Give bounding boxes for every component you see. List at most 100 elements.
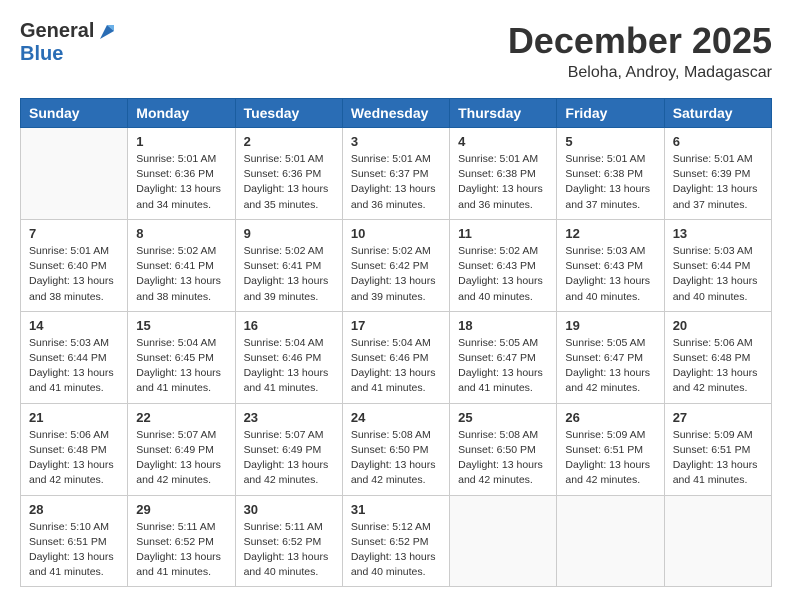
calendar-week-row: 1 Sunrise: 5:01 AM Sunset: 6:36 PM Daylig… (21, 128, 772, 220)
calendar-cell: 22 Sunrise: 5:07 AM Sunset: 6:49 PM Dayli… (128, 403, 235, 495)
weekday-header-saturday: Saturday (664, 99, 771, 128)
calendar-cell: 21Sunrise: 5:06 AM Sunset: 6:48 PM Dayli… (21, 403, 128, 495)
day-number: 13 (673, 226, 763, 241)
weekday-header-friday: Friday (557, 99, 664, 128)
calendar-cell (450, 495, 557, 587)
day-info: Sunrise: 5:04 AM Sunset: 6:46 PM Dayligh… (351, 336, 441, 397)
calendar-week-row: 14 Sunrise: 5:03 AM Sunset: 6:44 PM Dayli… (21, 311, 772, 403)
day-info: Sunrise: 5:02 AM Sunset: 6:43 PM Dayligh… (458, 244, 548, 305)
calendar-cell: 4Sunrise: 5:01 AM Sunset: 6:38 PM Daylig… (450, 128, 557, 220)
day-info: Sunrise: 5:03 AM Sunset: 6:44 PM Dayligh… (29, 336, 119, 397)
calendar-cell (557, 495, 664, 587)
day-number: 6 (673, 134, 763, 149)
day-info: Sunrise: 5:01 AM Sunset: 6:36 PM Dayligh… (244, 152, 334, 213)
day-number: 18 (458, 318, 548, 333)
day-info: Sunrise: 5:03 AM Sunset: 6:44 PM Dayligh… (673, 244, 763, 305)
calendar-cell: 20Sunrise: 5:06 AM Sunset: 6:48 PM Dayli… (664, 311, 771, 403)
day-number: 11 (458, 226, 548, 241)
day-info: Sunrise: 5:08 AM Sunset: 6:50 PM Dayligh… (458, 428, 548, 489)
day-info: Sunrise: 5:01 AM Sunset: 6:37 PM Dayligh… (351, 152, 441, 213)
day-info: Sunrise: 5:02 AM Sunset: 6:41 PM Dayligh… (136, 244, 226, 305)
day-number: 25 (458, 410, 548, 425)
day-number: 1 (136, 134, 226, 149)
day-info: Sunrise: 5:01 AM Sunset: 6:38 PM Dayligh… (458, 152, 548, 213)
calendar-cell: 1Sunrise: 5:01 AM Sunset: 6:36 PM Daylig… (128, 128, 235, 220)
calendar-cell: 5 Sunrise: 5:01 AM Sunset: 6:38 PM Daylig… (557, 128, 664, 220)
day-number: 26 (565, 410, 655, 425)
day-number: 16 (244, 318, 334, 333)
page-header: General Blue December 2025 Beloha, Andro… (20, 20, 772, 82)
day-number: 5 (565, 134, 655, 149)
logo-blue-text: Blue (20, 43, 63, 66)
calendar-cell: 16 Sunrise: 5:04 AM Sunset: 6:46 PM Dayli… (235, 311, 342, 403)
calendar-cell: 23Sunrise: 5:07 AM Sunset: 6:49 PM Dayli… (235, 403, 342, 495)
day-number: 3 (351, 134, 441, 149)
day-number: 24 (351, 410, 441, 425)
day-info: Sunrise: 5:02 AM Sunset: 6:41 PM Dayligh… (244, 244, 334, 305)
calendar-cell: 18 Sunrise: 5:05 AM Sunset: 6:47 PM Dayli… (450, 311, 557, 403)
month-title: December 2025 (508, 20, 772, 62)
day-info: Sunrise: 5:09 AM Sunset: 6:51 PM Dayligh… (565, 428, 655, 489)
calendar-cell: 14 Sunrise: 5:03 AM Sunset: 6:44 PM Dayli… (21, 311, 128, 403)
calendar-week-row: 7 Sunrise: 5:01 AM Sunset: 6:40 PM Daylig… (21, 219, 772, 311)
day-number: 2 (244, 134, 334, 149)
calendar-table: SundayMondayTuesdayWednesdayThursdayFrid… (20, 98, 772, 587)
calendar-week-row: 28Sunrise: 5:10 AM Sunset: 6:51 PM Dayli… (21, 495, 772, 587)
day-number: 22 (136, 410, 226, 425)
day-info: Sunrise: 5:02 AM Sunset: 6:42 PM Dayligh… (351, 244, 441, 305)
day-number: 8 (136, 226, 226, 241)
day-info: Sunrise: 5:01 AM Sunset: 6:39 PM Dayligh… (673, 152, 763, 213)
day-info: Sunrise: 5:07 AM Sunset: 6:49 PM Dayligh… (136, 428, 226, 489)
calendar-cell: 26 Sunrise: 5:09 AM Sunset: 6:51 PM Dayli… (557, 403, 664, 495)
logo: General Blue (20, 20, 118, 66)
calendar-cell (21, 128, 128, 220)
day-number: 12 (565, 226, 655, 241)
day-number: 30 (244, 502, 334, 517)
calendar-cell: 11 Sunrise: 5:02 AM Sunset: 6:43 PM Dayli… (450, 219, 557, 311)
calendar-cell: 25 Sunrise: 5:08 AM Sunset: 6:50 PM Dayli… (450, 403, 557, 495)
day-number: 15 (136, 318, 226, 333)
calendar-cell: 3 Sunrise: 5:01 AM Sunset: 6:37 PM Daylig… (342, 128, 449, 220)
day-info: Sunrise: 5:06 AM Sunset: 6:48 PM Dayligh… (29, 428, 119, 489)
day-number: 28 (29, 502, 119, 517)
calendar-cell: 2 Sunrise: 5:01 AM Sunset: 6:36 PM Daylig… (235, 128, 342, 220)
calendar-week-row: 21Sunrise: 5:06 AM Sunset: 6:48 PM Dayli… (21, 403, 772, 495)
location-title: Beloha, Androy, Madagascar (508, 64, 772, 82)
day-info: Sunrise: 5:11 AM Sunset: 6:52 PM Dayligh… (136, 520, 226, 581)
day-number: 17 (351, 318, 441, 333)
calendar-cell: 19 Sunrise: 5:05 AM Sunset: 6:47 PM Dayli… (557, 311, 664, 403)
day-info: Sunrise: 5:08 AM Sunset: 6:50 PM Dayligh… (351, 428, 441, 489)
weekday-header-thursday: Thursday (450, 99, 557, 128)
day-info: Sunrise: 5:05 AM Sunset: 6:47 PM Dayligh… (458, 336, 548, 397)
day-info: Sunrise: 5:01 AM Sunset: 6:40 PM Dayligh… (29, 244, 119, 305)
calendar-cell: 12Sunrise: 5:03 AM Sunset: 6:43 PM Dayli… (557, 219, 664, 311)
calendar-cell: 17 Sunrise: 5:04 AM Sunset: 6:46 PM Dayli… (342, 311, 449, 403)
day-info: Sunrise: 5:05 AM Sunset: 6:47 PM Dayligh… (565, 336, 655, 397)
calendar-cell: 15 Sunrise: 5:04 AM Sunset: 6:45 PM Dayli… (128, 311, 235, 403)
day-info: Sunrise: 5:04 AM Sunset: 6:46 PM Dayligh… (244, 336, 334, 397)
calendar-cell: 10 Sunrise: 5:02 AM Sunset: 6:42 PM Dayli… (342, 219, 449, 311)
calendar-cell: 29 Sunrise: 5:11 AM Sunset: 6:52 PM Dayli… (128, 495, 235, 587)
calendar-cell: 24 Sunrise: 5:08 AM Sunset: 6:50 PM Dayli… (342, 403, 449, 495)
calendar-cell: 8 Sunrise: 5:02 AM Sunset: 6:41 PM Daylig… (128, 219, 235, 311)
weekday-header-monday: Monday (128, 99, 235, 128)
day-number: 10 (351, 226, 441, 241)
weekday-header-sunday: Sunday (21, 99, 128, 128)
calendar-cell: 9 Sunrise: 5:02 AM Sunset: 6:41 PM Daylig… (235, 219, 342, 311)
day-number: 29 (136, 502, 226, 517)
weekday-header-tuesday: Tuesday (235, 99, 342, 128)
logo-general-text: General (20, 20, 94, 43)
calendar-cell: 27Sunrise: 5:09 AM Sunset: 6:51 PM Dayli… (664, 403, 771, 495)
day-info: Sunrise: 5:07 AM Sunset: 6:49 PM Dayligh… (244, 428, 334, 489)
calendar-cell: 13 Sunrise: 5:03 AM Sunset: 6:44 PM Dayli… (664, 219, 771, 311)
day-info: Sunrise: 5:01 AM Sunset: 6:38 PM Dayligh… (565, 152, 655, 213)
calendar-cell (664, 495, 771, 587)
day-number: 19 (565, 318, 655, 333)
day-info: Sunrise: 5:09 AM Sunset: 6:51 PM Dayligh… (673, 428, 763, 489)
day-info: Sunrise: 5:04 AM Sunset: 6:45 PM Dayligh… (136, 336, 226, 397)
day-number: 7 (29, 226, 119, 241)
day-number: 14 (29, 318, 119, 333)
day-number: 9 (244, 226, 334, 241)
day-number: 20 (673, 318, 763, 333)
day-number: 31 (351, 502, 441, 517)
